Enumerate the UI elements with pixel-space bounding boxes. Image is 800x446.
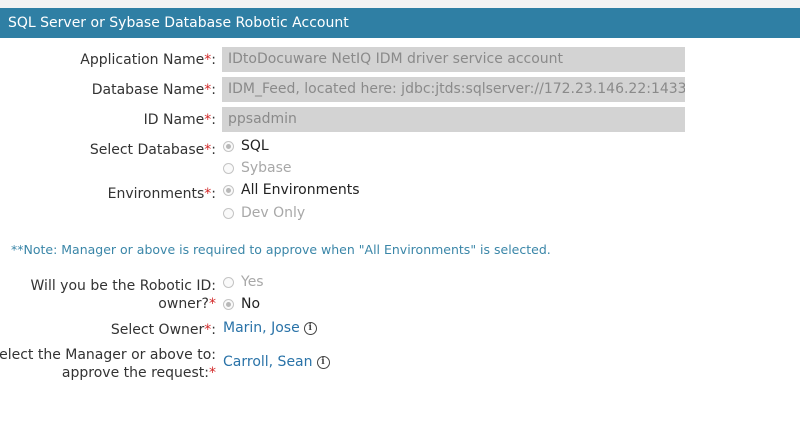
section-title: SQL Server or Sybase Database Robotic Ac…: [8, 15, 349, 31]
radio-checked-icon[interactable]: [223, 298, 234, 310]
application-name-field[interactable]: IDtoDocuware NetIQ IDM driver service ac…: [222, 47, 685, 72]
environments-label: Environments*:: [107, 186, 216, 202]
select-database-label: Select Database*:: [89, 142, 216, 158]
owner-value[interactable]: Marin, Jose i: [223, 320, 317, 336]
robotic-owner-label: Will you be the Robotic ID: owner?*: [30, 278, 216, 312]
info-icon[interactable]: i: [303, 321, 317, 335]
robotic-owner-option-yes[interactable]: Yes: [223, 273, 264, 291]
manager-value[interactable]: Carroll, Sean i: [223, 354, 330, 370]
id-name-label: ID Name*:: [143, 112, 216, 128]
approval-note: **Note: Manager or above is required to …: [11, 242, 551, 257]
owner-name-link[interactable]: Marin, Jose: [223, 320, 300, 336]
manager-label: Select the Manager or above to: approve …: [0, 347, 216, 381]
database-option-sql[interactable]: SQL: [223, 137, 269, 155]
database-name-field[interactable]: IDM_Feed, located here: jdbc:jtds:sqlser…: [222, 77, 685, 102]
environment-option-all[interactable]: All Environments: [223, 181, 360, 199]
radio-unchecked-icon[interactable]: [223, 162, 234, 174]
radio-checked-icon[interactable]: [223, 140, 234, 152]
radio-unchecked-icon[interactable]: [223, 276, 234, 288]
section-header: SQL Server or Sybase Database Robotic Ac…: [0, 8, 800, 38]
application-name-label: Application Name*:: [80, 52, 216, 68]
database-name-label: Database Name*:: [91, 82, 216, 98]
database-option-sybase[interactable]: Sybase: [223, 159, 292, 177]
radio-unchecked-icon[interactable]: [223, 207, 234, 219]
radio-checked-icon[interactable]: [223, 184, 234, 196]
select-owner-label: Select Owner*:: [110, 322, 216, 338]
top-strip: [0, 0, 800, 8]
environment-option-dev[interactable]: Dev Only: [223, 204, 305, 222]
robotic-owner-option-no[interactable]: No: [223, 295, 260, 313]
id-name-field[interactable]: ppsadmin: [222, 107, 685, 132]
manager-name-link[interactable]: Carroll, Sean: [223, 354, 313, 370]
info-icon[interactable]: i: [316, 355, 330, 369]
